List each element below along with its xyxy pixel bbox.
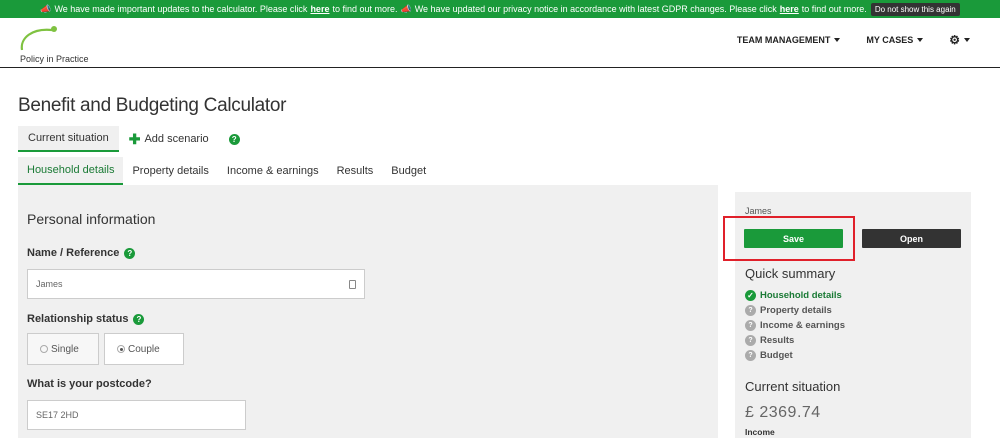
section-title: Personal information	[27, 211, 156, 227]
tab-household-details[interactable]: Household details	[18, 157, 124, 185]
logo-swoosh-icon	[20, 26, 57, 51]
question-icon: ?	[745, 335, 756, 346]
caret-down-icon	[964, 38, 970, 42]
team-management-label: TEAM MANAGEMENT	[736, 35, 831, 45]
couple-radio-icon	[117, 345, 125, 353]
gear-icon: ⚙	[949, 33, 960, 47]
help-icon: ?	[228, 133, 240, 145]
quick-summary-title: Quick summary	[745, 266, 836, 281]
single-radio-icon	[40, 345, 48, 353]
banner-text-3: We have updated our privacy notice in ac…	[414, 4, 777, 14]
question-icon: ?	[745, 320, 756, 331]
summary-item-household[interactable]: ✓ Household details	[745, 288, 845, 303]
help-icon[interactable]: ?	[133, 313, 145, 325]
case-name: James	[745, 206, 772, 216]
team-management-menu[interactable]: TEAM MANAGEMENT	[737, 33, 841, 47]
tab-income-earnings[interactable]: Income & earnings	[218, 157, 328, 185]
settings-menu[interactable]: ⚙	[949, 33, 970, 47]
logo-text: Policy in Practice	[20, 54, 89, 64]
banner-link-1[interactable]: here	[310, 4, 329, 14]
page-title: Benefit and Budgeting Calculator	[18, 95, 287, 116]
current-situation-title: Current situation	[745, 379, 841, 394]
tab-current-situation-label: Current situation	[28, 132, 109, 144]
single-label: Single	[51, 343, 79, 355]
top-navbar: Policy in Practice TEAM MANAGEMENT MY CA…	[0, 18, 1000, 68]
summary-item-label: Income & earnings	[760, 320, 845, 331]
tab-property-details[interactable]: Property details	[123, 157, 217, 185]
add-scenario-label: Add scenario	[144, 133, 209, 145]
scenario-help[interactable]: ?	[219, 126, 250, 152]
add-scenario-button[interactable]: ✚ Add scenario	[119, 126, 219, 152]
notice-banner: 📣 We have made important updates to the …	[0, 0, 1000, 18]
banner-text-1: We have made important updates to the ca…	[54, 4, 308, 14]
help-icon[interactable]: ?	[124, 247, 136, 259]
summary-item-property[interactable]: ? Property details	[745, 303, 845, 318]
plus-icon: ✚	[128, 130, 141, 147]
question-icon: ?	[745, 350, 756, 361]
tab-results[interactable]: Results	[328, 157, 383, 185]
my-cases-label: MY CASES	[866, 35, 914, 45]
banner-text-2: to find out more.	[332, 4, 398, 14]
caret-down-icon	[917, 38, 924, 42]
summary-item-income[interactable]: ? Income & earnings	[745, 318, 845, 333]
megaphone-icon: 📣	[40, 3, 52, 14]
name-input-value: James	[36, 279, 63, 289]
question-icon: ?	[745, 305, 756, 316]
summary-item-label: Household details	[760, 290, 842, 301]
summary-item-label: Property details	[760, 305, 832, 316]
postcode-input[interactable]: SE17 2HD	[27, 400, 246, 430]
tab-budget[interactable]: Budget	[382, 157, 436, 185]
megaphone-icon: 📣	[400, 3, 412, 14]
postcode-label: What is your postcode?	[27, 378, 152, 390]
name-input[interactable]: James	[27, 269, 365, 299]
tab-current-situation[interactable]: Current situation	[18, 126, 119, 152]
banner-text-4: to find out more.	[801, 4, 867, 14]
summary-item-label: Results	[760, 335, 795, 346]
relationship-label: Relationship status ?	[27, 313, 145, 325]
postcode-input-value: SE17 2HD	[36, 410, 79, 420]
household-form: Personal information Name / Reference ? …	[18, 185, 718, 438]
dismiss-banner-button[interactable]: Do not show this again	[870, 2, 960, 16]
name-label: Name / Reference ?	[27, 247, 136, 259]
income-amount: £ 2369.74	[745, 404, 821, 421]
income-label: Income	[745, 427, 775, 437]
my-cases-menu[interactable]: MY CASES	[866, 33, 924, 47]
caret-down-icon	[834, 38, 841, 42]
check-icon: ✓	[745, 290, 756, 301]
summary-item-budget[interactable]: ? Budget	[745, 348, 845, 363]
quick-summary-list: ✓ Household details ? Property details ?…	[745, 288, 845, 363]
open-button[interactable]: Open	[862, 229, 961, 248]
relationship-label-text: Relationship status	[27, 313, 129, 325]
couple-option[interactable]: Couple	[104, 333, 184, 365]
couple-label: Couple	[128, 343, 160, 355]
section-tabs: Household details Property details Incom…	[18, 157, 436, 185]
autofill-icon[interactable]	[349, 280, 356, 289]
name-label-text: Name / Reference	[27, 247, 120, 259]
main-nav: TEAM MANAGEMENT MY CASES ⚙	[737, 33, 970, 47]
logo[interactable]: Policy in Practice	[18, 24, 108, 64]
scenario-tabs: Current situation ✚ Add scenario ?	[18, 126, 250, 152]
banner-link-2[interactable]: here	[780, 4, 799, 14]
highlight-box	[723, 216, 855, 261]
summary-item-label: Budget	[760, 350, 793, 361]
single-option[interactable]: Single	[27, 333, 99, 365]
summary-item-results[interactable]: ? Results	[745, 333, 845, 348]
